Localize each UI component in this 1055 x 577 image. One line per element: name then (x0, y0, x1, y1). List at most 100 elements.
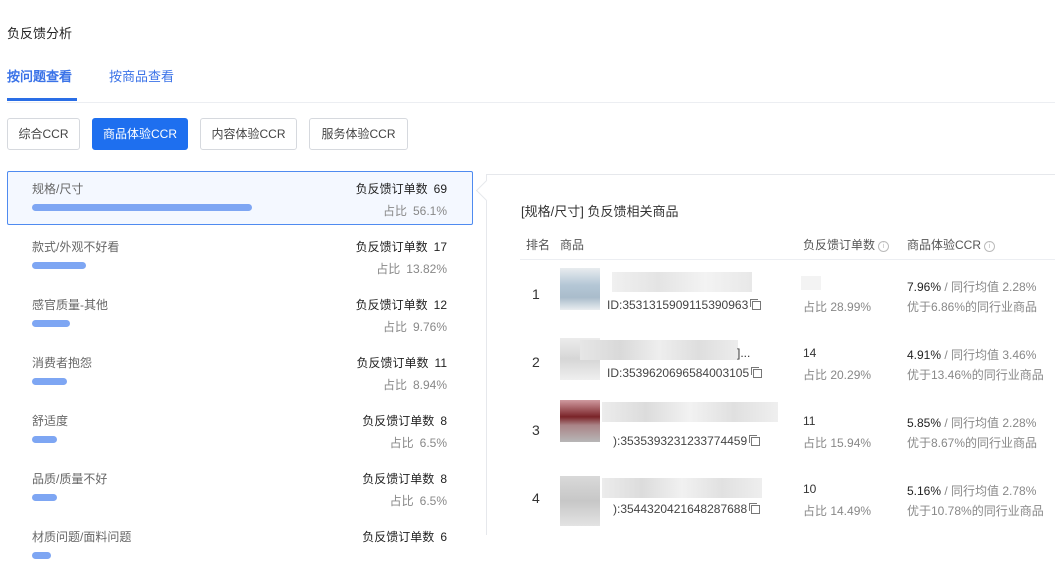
active-tab-indicator (7, 98, 77, 101)
copy-icon[interactable] (750, 299, 762, 310)
column-header-count-label: 负反馈订单数 (803, 238, 876, 252)
issue-share-value: 8.94% (412, 378, 447, 392)
ccr-industry-avg: / 同行均值 2.78% (944, 484, 1037, 498)
product-id: ):3544320421648287688 (613, 502, 761, 516)
product-id: ID:3531315909115390963 (607, 298, 762, 312)
column-header-count: 负反馈订单数 i (803, 236, 890, 253)
issue-share-bar (32, 320, 70, 327)
issue-count-value: 8 (440, 414, 447, 428)
issue-count-value: 69 (433, 182, 447, 196)
ccr-industry-avg: / 同行均值 2.28% (944, 280, 1037, 294)
issue-name: 规格/尺寸 (32, 182, 84, 196)
info-icon[interactable]: i (878, 241, 890, 252)
issue-item[interactable]: 消费者抱怨 负反馈订单数 11 占比 8.94% (7, 345, 473, 399)
issue-share-value: 56.1% (412, 204, 447, 218)
issue-share-bar (32, 378, 67, 385)
issue-item[interactable]: 材质问题/面料问题 负反馈订单数 6 (7, 519, 473, 573)
issue-count-label: 负反馈订单数 (356, 356, 429, 370)
issue-count-label: 负反馈订单数 (355, 240, 428, 254)
issue-name: 款式/外观不好看 (32, 240, 120, 254)
issue-share-value: 13.82% (406, 262, 447, 276)
issue-share-value: 9.76% (412, 320, 447, 334)
segment-product-ccr[interactable]: 商品体验CCR (92, 118, 188, 150)
copy-icon[interactable] (749, 435, 761, 446)
table-row[interactable]: 3 ):3535393231233774459 11 占比 15.94% 5.8… (520, 398, 1055, 466)
product-thumbnail[interactable] (560, 268, 600, 310)
issue-share: 占比 6.5% (390, 434, 447, 451)
issue-count: 负反馈订单数 8 (362, 412, 447, 429)
issue-share-label: 占比 (376, 262, 401, 276)
ccr-value: 5.16% / 同行均值 2.78% (907, 482, 1036, 499)
share-text: 占比 28.99% (803, 300, 872, 314)
ccr-value: 5.85% / 同行均值 2.28% (907, 414, 1036, 431)
negative-order-count: 14 (803, 346, 817, 360)
ccr-industry-avg: / 同行均值 2.28% (944, 416, 1037, 430)
product-id-text: ID:3539620696584003105 (607, 366, 750, 380)
issue-share-value: 6.5% (419, 436, 447, 450)
product-thumbnail[interactable] (560, 476, 600, 526)
issue-count: 负反馈订单数 69 (356, 180, 447, 197)
page-title: 负反馈分析 (7, 26, 73, 41)
view-tabs: 按问题查看 按商品查看 (7, 66, 1055, 103)
copy-icon[interactable] (751, 367, 763, 378)
segment-service-ccr[interactable]: 服务体验CCR (309, 118, 408, 150)
column-header-ccr-label: 商品体验CCR (907, 238, 981, 252)
table-row[interactable]: 1 ID:3531315909115390963 占比 28.99% 7.96%… (520, 262, 1055, 330)
issue-share-label: 占比 (382, 378, 407, 392)
tab-by-product[interactable]: 按商品查看 (109, 66, 174, 85)
share-text: 占比 14.49% (803, 504, 872, 518)
issue-list: 规格/尺寸 负反馈订单数 69 占比 56.1% 款式/外观不好看 负反馈订单数 17… (7, 171, 473, 577)
column-header-rank: 排名 (526, 238, 551, 252)
rank-number: 4 (532, 490, 540, 506)
issue-name: 材质问题/面料问题 (32, 530, 132, 544)
segment-content-ccr[interactable]: 内容体验CCR (200, 118, 297, 150)
product-id: ):3535393231233774459 (613, 434, 761, 448)
copy-icon[interactable] (749, 503, 761, 514)
segment-overall-ccr[interactable]: 综合CCR (7, 118, 80, 150)
issue-share-label: 占比 (382, 204, 407, 218)
issue-share: 占比 56.1% (383, 202, 447, 219)
ccr-rank-note: 优于13.46%的同行业商品 (907, 368, 1044, 382)
issue-share-bar (32, 204, 252, 211)
issue-count: 负反馈订单数 12 (356, 296, 447, 313)
rank-number: 2 (532, 354, 540, 370)
issue-count-label: 负反馈订单数 (355, 298, 428, 312)
blurred-count (801, 276, 821, 290)
issue-count-value: 12 (433, 298, 447, 312)
table-row[interactable]: 2 ]... ID:3539620696584003105 14 占比 20.2… (520, 330, 1055, 398)
ccr-industry-avg: / 同行均值 3.46% (944, 348, 1037, 362)
issue-count-value: 6 (440, 530, 447, 544)
product-id-text: ID:3531315909115390963 (607, 298, 749, 312)
issue-count-label: 负反馈订单数 (362, 530, 435, 544)
table-row[interactable]: 4 ):3544320421648287688 10 占比 14.49% 5.1… (520, 466, 1055, 534)
blurred-product-title (580, 340, 738, 360)
issue-item[interactable]: 款式/外观不好看 负反馈订单数 17 占比 13.82% (7, 229, 473, 283)
issue-share-bar (32, 262, 86, 269)
blurred-product-title (602, 478, 762, 498)
issue-count-value: 11 (434, 356, 447, 370)
issue-count-value: 8 (440, 472, 447, 486)
ccr-percent: 5.16% (907, 484, 942, 498)
negative-order-count: 10 (803, 482, 817, 496)
info-icon[interactable]: i (984, 241, 995, 252)
product-thumbnail[interactable] (560, 400, 600, 442)
issue-item[interactable]: 感官质量-其他 负反馈订单数 12 占比 9.76% (7, 287, 473, 341)
rank-number: 1 (532, 286, 540, 302)
issue-count: 负反馈订单数 6 (362, 528, 447, 545)
issue-count-value: 17 (433, 240, 447, 254)
ccr-percent: 4.91% (907, 348, 942, 362)
issue-share-label: 占比 (382, 320, 407, 334)
column-header-product: 商品 (560, 238, 585, 252)
issue-name: 品质/质量不好 (32, 472, 108, 486)
issue-share-label: 占比 (389, 494, 414, 508)
ccr-value: 7.96% / 同行均值 2.28% (907, 278, 1036, 295)
issue-item[interactable]: 规格/尺寸 负反馈订单数 69 占比 56.1% (7, 171, 473, 225)
blurred-product-title (612, 272, 752, 292)
issue-item[interactable]: 舒适度 负反馈订单数 8 占比 6.5% (7, 403, 473, 457)
issue-item[interactable]: 品质/质量不好 负反馈订单数 8 占比 6.5% (7, 461, 473, 515)
ccr-value: 4.91% / 同行均值 3.46% (907, 346, 1036, 363)
rank-number: 3 (532, 422, 540, 438)
ccr-rank-note: 优于6.86%的同行业商品 (907, 300, 1038, 314)
tab-by-issue[interactable]: 按问题查看 (7, 66, 72, 85)
issue-share: 占比 8.94% (383, 376, 447, 393)
